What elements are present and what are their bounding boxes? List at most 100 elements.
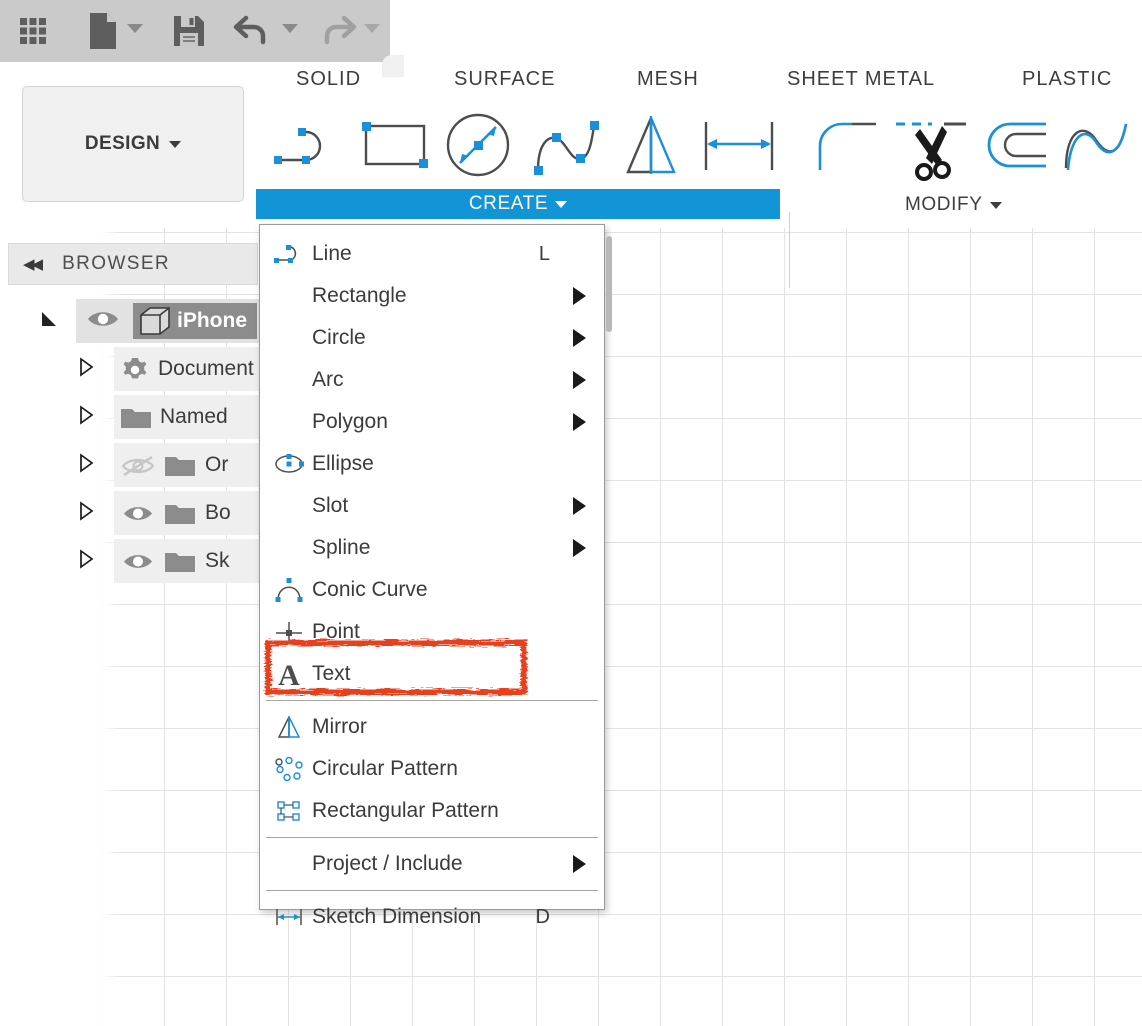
menu-shortcut-line: L <box>538 242 550 265</box>
tree-label-document: Document <box>158 357 254 380</box>
submenu-arrow-icon <box>573 855 586 873</box>
app-grid-icon[interactable] <box>14 12 52 50</box>
menu-label-rectangular-pattern: Rectangular Pattern <box>312 799 499 822</box>
ribbon-tabs: SOLID SURFACE MESH SHEET METAL PLASTIC <box>0 68 1142 104</box>
tree-label-origin: Or <box>205 453 229 476</box>
folder-icon <box>164 453 196 483</box>
blank-icon <box>268 489 310 523</box>
submenu-arrow-icon <box>573 371 586 389</box>
collapse-icon[interactable]: ◀◀ <box>23 255 43 273</box>
offset-tool[interactable] <box>974 104 1058 188</box>
new-file-dropdown-caret[interactable] <box>127 24 143 33</box>
blank-icon <box>268 279 310 313</box>
trim-tool[interactable] <box>890 104 974 188</box>
body-cube-icon <box>138 305 172 342</box>
browser-tree: iPhone Document Named Or Bo Sk <box>0 297 268 585</box>
menu-scrollbar[interactable] <box>606 236 612 332</box>
menu-item-spline[interactable]: Spline <box>260 527 604 569</box>
menu-item-rectangle[interactable]: Rectangle <box>260 275 604 317</box>
expander-icon[interactable] <box>76 500 96 526</box>
menu-item-arc[interactable]: Arc <box>260 359 604 401</box>
menu-item-line[interactable]: Line L <box>260 233 604 275</box>
panel-create-header[interactable]: CREATE <box>256 189 780 219</box>
blank-icon <box>268 847 310 881</box>
visibility-eye-icon[interactable] <box>122 503 154 529</box>
expander-icon[interactable] <box>76 548 96 574</box>
submenu-arrow-icon <box>573 329 586 347</box>
new-file-icon[interactable] <box>86 11 120 51</box>
tab-sheet-metal[interactable]: SHEET METAL <box>787 68 935 91</box>
browser-panel-header[interactable]: ◀◀ BROWSER <box>8 243 258 285</box>
menu-label-ellipse: Ellipse <box>312 452 374 475</box>
tree-row-bodies[interactable]: Bo <box>0 489 268 537</box>
redo-icon[interactable] <box>318 13 358 49</box>
tab-surface[interactable]: SURFACE <box>454 68 555 91</box>
tab-solid[interactable]: SOLID <box>296 68 361 91</box>
menu-shortcut-sketch-dimension: D <box>535 905 550 928</box>
circular-pattern-icon <box>268 752 310 786</box>
sketch-dimension-tool[interactable] <box>694 104 786 188</box>
mirror-tool[interactable] <box>610 104 692 188</box>
point-icon <box>268 615 310 649</box>
tab-mesh[interactable]: MESH <box>637 68 699 91</box>
menu-label-line: Line <box>312 242 352 265</box>
rectangular-pattern-icon <box>268 794 310 828</box>
panel-modify-header[interactable]: MODIFY <box>905 191 1035 219</box>
tree-row-sketches[interactable]: Sk <box>0 537 268 585</box>
folder-icon <box>120 405 152 435</box>
menu-item-polygon[interactable]: Polygon <box>260 401 604 443</box>
menu-item-point[interactable]: Point <box>260 611 604 653</box>
create-dropdown-menu[interactable]: Line L Rectangle Circle Arc Polygon Elli… <box>259 224 605 928</box>
menu-item-rectangular-pattern[interactable]: Rectangular Pattern <box>260 790 604 832</box>
menu-item-circular-pattern[interactable]: Circular Pattern <box>260 748 604 790</box>
expander-icon[interactable] <box>76 452 96 478</box>
chevron-down-icon <box>555 200 568 208</box>
undo-icon[interactable] <box>232 13 272 49</box>
tree-row-origin[interactable]: Or <box>0 441 268 489</box>
blank-icon <box>268 531 310 565</box>
menu-item-circle[interactable]: Circle <box>260 317 604 359</box>
tree-row-iphone[interactable]: iPhone <box>0 297 268 345</box>
ribbon-tool-strip <box>0 104 1142 288</box>
menu-item-conic-curve[interactable]: Conic Curve <box>260 569 604 611</box>
menu-item-slot[interactable]: Slot <box>260 485 604 527</box>
tree-row-document[interactable]: Document <box>0 345 268 393</box>
menu-item-sketch-dimension[interactable]: Sketch Dimension D <box>260 896 604 938</box>
menu-label-text: Text <box>312 662 351 685</box>
menu-label-circular-pattern: Circular Pattern <box>312 757 458 780</box>
menu-item-project-include[interactable]: Project / Include <box>260 843 604 885</box>
menu-item-text[interactable]: A Text <box>260 653 604 695</box>
submenu-arrow-icon <box>573 413 586 431</box>
redo-dropdown-caret[interactable] <box>364 24 380 33</box>
panel-divider <box>789 212 790 288</box>
menu-label-project-include: Project / Include <box>312 852 463 875</box>
fillet-tool[interactable] <box>806 104 888 188</box>
visibility-eye-icon[interactable] <box>86 308 120 335</box>
rectangle-tool[interactable] <box>352 104 440 188</box>
expander-icon[interactable] <box>76 404 96 430</box>
menu-label-point: Point <box>312 620 360 643</box>
line-tool[interactable] <box>268 104 348 188</box>
visibility-eye-icon[interactable] <box>122 551 154 577</box>
tab-plastic[interactable]: PLASTIC <box>1022 68 1112 91</box>
browser-title: BROWSER <box>62 253 171 274</box>
expander-icon[interactable] <box>38 308 58 335</box>
menu-label-conic-curve: Conic Curve <box>312 578 428 601</box>
panel-create-label: CREATE <box>468 193 549 214</box>
circle-tool[interactable] <box>440 104 520 188</box>
curve-tool[interactable] <box>1056 104 1142 188</box>
menu-label-spline: Spline <box>312 536 371 559</box>
panel-modify-label: MODIFY <box>905 194 983 215</box>
menu-separator <box>266 837 598 838</box>
expander-icon[interactable] <box>76 356 96 382</box>
visibility-hidden-icon[interactable] <box>120 454 156 483</box>
menu-item-ellipse[interactable]: Ellipse <box>260 443 604 485</box>
undo-dropdown-caret[interactable] <box>282 24 298 33</box>
folder-icon <box>164 501 196 531</box>
svg-text:A: A <box>278 659 300 689</box>
menu-item-mirror[interactable]: Mirror <box>260 706 604 748</box>
folder-icon <box>164 549 196 579</box>
tree-row-named-views[interactable]: Named <box>0 393 268 441</box>
save-icon[interactable] <box>170 12 208 50</box>
spline-tool[interactable] <box>520 104 610 188</box>
